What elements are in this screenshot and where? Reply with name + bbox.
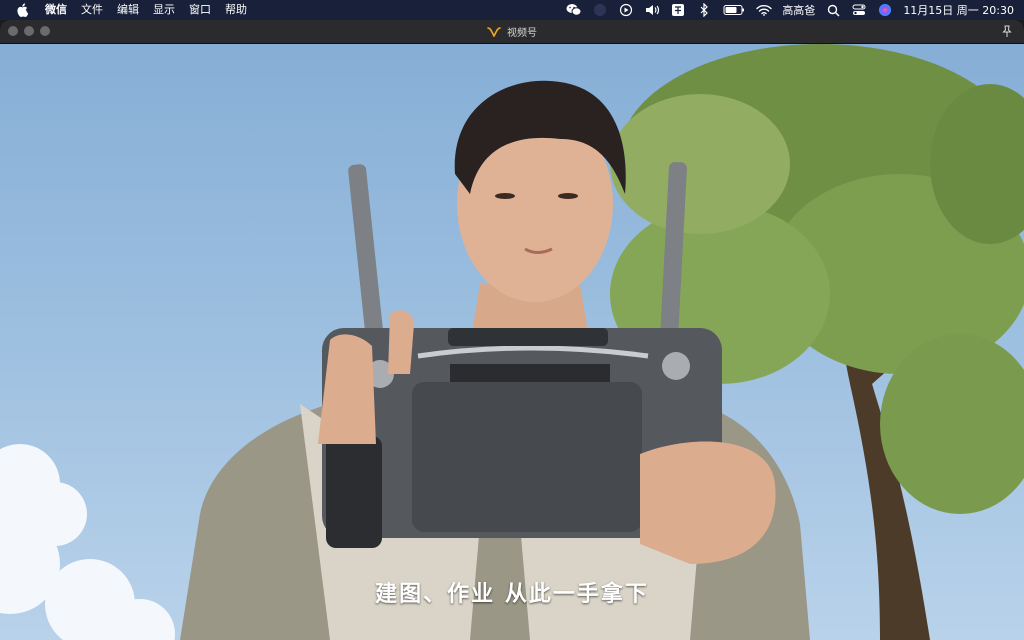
close-button[interactable] [8, 26, 18, 36]
search-icon[interactable] [825, 2, 841, 18]
channels-icon [487, 26, 501, 37]
menu-file[interactable]: 文件 [74, 0, 110, 20]
clock-datetime[interactable]: 11月15日 周一 20:30 [903, 2, 1014, 18]
video-subtitle: 建图、作业 从此一手拿下 [375, 582, 649, 607]
menu-window[interactable]: 窗口 [182, 0, 218, 20]
bluetooth-icon[interactable] [696, 2, 712, 18]
wechat-icon[interactable] [566, 2, 582, 18]
menu-bar-status: 高高爸 11月15日 周一 20:30 [566, 0, 1014, 20]
traffic-lights [8, 26, 50, 36]
user-name[interactable]: 高高爸 [782, 2, 815, 18]
minimize-button[interactable] [24, 26, 34, 36]
menu-app-name[interactable]: 微信 [38, 0, 74, 20]
siri-icon[interactable] [877, 2, 893, 18]
window-title-group: 视频号 [487, 24, 537, 39]
app-window: 视频号 建图、作业 从此一手拿下 [0, 20, 1024, 640]
input-method-icon[interactable] [670, 2, 686, 18]
video-player[interactable]: 建图、作业 从此一手拿下 [0, 44, 1024, 640]
control-center-icon[interactable] [851, 2, 867, 18]
window-titlebar[interactable]: 视频号 [0, 20, 1024, 44]
menu-bar-left: 微信 文件 编辑 显示 窗口 帮助 [0, 0, 254, 20]
window-title: 视频号 [507, 28, 537, 39]
battery-icon[interactable] [722, 2, 746, 18]
play-icon[interactable] [618, 2, 634, 18]
apple-icon[interactable] [14, 2, 30, 18]
zoom-button[interactable] [40, 26, 50, 36]
menu-help[interactable]: 帮助 [218, 0, 254, 20]
menu-view[interactable]: 显示 [146, 0, 182, 20]
cloud-graphic [0, 444, 175, 640]
menu-edit[interactable]: 编辑 [110, 0, 146, 20]
pin-icon[interactable] [1000, 24, 1014, 38]
video-frame [0, 44, 1024, 640]
wifi-icon[interactable] [756, 2, 773, 18]
menu-bar: 微信 文件 编辑 显示 窗口 帮助 高高爸 11月15日 周一 20:30 [0, 0, 1024, 20]
record-icon[interactable] [592, 2, 608, 18]
volume-icon[interactable] [644, 2, 660, 18]
